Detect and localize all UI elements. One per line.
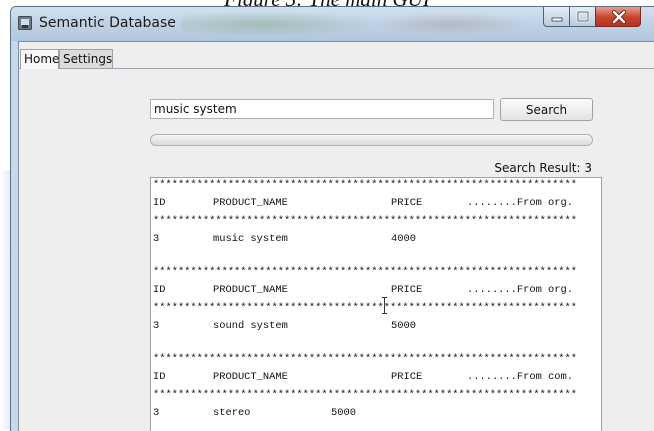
minimize-button[interactable] (543, 7, 570, 27)
header-id: ID (153, 284, 166, 296)
record-id: 3 (153, 320, 160, 332)
record-source: ........From org. (467, 197, 574, 209)
separator-line: ****************************************… (153, 266, 578, 278)
search-input[interactable]: music system (150, 99, 494, 119)
maximize-button[interactable] (569, 7, 596, 27)
separator-line: ****************************************… (153, 179, 578, 191)
separator-line: ****************************************… (153, 389, 578, 401)
search-result-count: Search Result: 3 (494, 161, 592, 175)
database-app-icon[interactable] (18, 16, 32, 30)
header-price: PRICE (391, 284, 423, 296)
title-bar[interactable]: Semantic Database (11, 7, 654, 41)
record-product-name: music system (213, 233, 288, 245)
tab-home[interactable]: Home (20, 49, 59, 69)
header-product-name: PRODUCT_NAME (213, 197, 288, 209)
record-id: 3 (153, 233, 160, 245)
record-price: 4000 (391, 233, 416, 245)
header-price: PRICE (391, 197, 423, 209)
client-area: Home Settings music system Search Search… (18, 41, 654, 431)
progress-bar (150, 134, 593, 146)
record-id: 3 (153, 407, 160, 419)
record-price: 5000 (391, 320, 416, 332)
close-icon (612, 10, 626, 24)
record-source: ........From com. (467, 371, 574, 383)
window-title: Semantic Database (39, 15, 176, 31)
header-price: PRICE (391, 371, 423, 383)
header-product-name: PRODUCT_NAME (213, 284, 288, 296)
background-strip (0, 170, 10, 430)
header-id: ID (153, 371, 166, 383)
close-button[interactable] (595, 7, 641, 27)
record-product-name: sound system (213, 320, 288, 332)
record-product-name: stereo (213, 407, 251, 419)
header-id: ID (153, 197, 166, 209)
maximize-icon (576, 10, 590, 23)
results-text-area[interactable]: ****************************************… (150, 177, 602, 431)
search-button[interactable]: Search (500, 98, 593, 121)
separator-line: ****************************************… (153, 353, 578, 365)
header-product-name: PRODUCT_NAME (213, 371, 288, 383)
record-price: 5000 (331, 407, 356, 419)
text-cursor-icon (382, 297, 387, 314)
minimize-icon (551, 17, 563, 22)
separator-line: ****************************************… (153, 302, 578, 314)
separator-line: ****************************************… (153, 215, 578, 227)
tab-settings[interactable]: Settings (59, 49, 113, 68)
app-window: Semantic Database Home Settings music sy… (10, 6, 654, 431)
record-source: ........From org. (467, 284, 574, 296)
tab-divider (19, 68, 654, 69)
